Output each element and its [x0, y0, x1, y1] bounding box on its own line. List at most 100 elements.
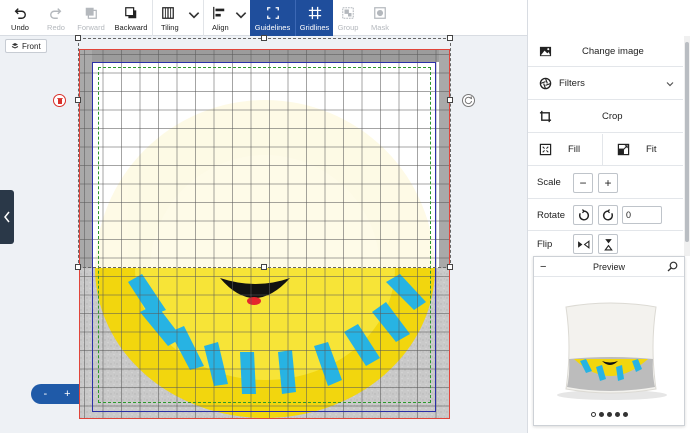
collapse-preview-button[interactable]: − [540, 261, 546, 273]
rotate-cw-icon [602, 208, 613, 220]
align-icon [213, 6, 225, 20]
layers-icon [11, 43, 19, 49]
undo-label: Undo [11, 23, 29, 32]
flip-row: Flip [528, 232, 683, 256]
crop-row[interactable]: Crop [528, 101, 683, 133]
undo-button[interactable]: Undo [0, 0, 40, 36]
resize-handle-e[interactable] [447, 97, 453, 103]
zoom-controls: - + [31, 384, 79, 404]
tiling-icon [162, 7, 174, 19]
image-icon [539, 46, 552, 56]
fit-label: Fit [646, 144, 657, 155]
pagination-dot[interactable] [598, 412, 604, 417]
chevron-down-icon[interactable] [234, 8, 248, 22]
group-icon [342, 7, 354, 19]
forward-button[interactable]: Forward [72, 0, 110, 36]
chevron-down-icon [666, 81, 674, 86]
side-selector[interactable]: Front [5, 39, 47, 53]
preview-header: − Preview [534, 257, 684, 277]
pagination-dot[interactable] [614, 412, 620, 417]
pagination-dot[interactable] [590, 412, 596, 417]
zoom-in-button[interactable]: + [64, 388, 70, 400]
resize-handle-s[interactable] [261, 264, 267, 270]
trash-icon [56, 97, 63, 104]
flip-vertical-button[interactable] [598, 234, 618, 254]
fill-icon [539, 143, 552, 156]
forward-label: Forward [77, 23, 105, 32]
rotate-label: Rotate [537, 209, 565, 221]
backward-label: Backward [114, 23, 148, 32]
crop-label: Crop [602, 111, 623, 122]
redo-label: Redo [47, 23, 65, 32]
guidelines-icon [266, 7, 279, 19]
rotate-icon [464, 96, 473, 105]
guidelines-label: Guidelines [254, 23, 291, 32]
flip-horizontal-button[interactable] [573, 234, 593, 254]
aperture-icon [539, 77, 552, 90]
pagination-dot[interactable] [622, 412, 628, 417]
fit-button[interactable]: Fit [603, 134, 683, 165]
scrollbar-thumb[interactable] [685, 42, 689, 242]
scale-up-button[interactable]: + [598, 172, 618, 193]
align-label: Align [212, 23, 229, 32]
resize-handle-n[interactable] [261, 35, 267, 41]
resize-handle-ne[interactable] [447, 35, 453, 41]
preview-title: Preview [592, 261, 625, 272]
flip-horizontal-icon [577, 239, 589, 249]
bring-forward-icon [85, 7, 97, 19]
redo-icon [50, 8, 62, 19]
fit-icon [617, 143, 630, 156]
filters-label: Filters [559, 78, 585, 89]
rotate-row: Rotate 0 [528, 200, 683, 231]
chevron-down-icon[interactable] [187, 8, 201, 22]
fill-label: Fill [568, 144, 581, 155]
align-button[interactable]: Align [204, 0, 250, 36]
fill-fit-row: Fill Fit [528, 134, 683, 166]
side-label: Front [22, 41, 41, 51]
backward-button[interactable]: Backward [110, 0, 152, 36]
fill-button[interactable]: Fill [528, 134, 603, 165]
send-backward-icon [125, 7, 137, 19]
filters-row[interactable]: Filters [528, 68, 683, 100]
tiling-button[interactable]: Tiling [153, 0, 203, 36]
pillow-mockup-image[interactable] [552, 297, 668, 401]
crop-icon [539, 110, 552, 123]
resize-handle-se[interactable] [447, 264, 453, 270]
gridlines-toggle[interactable]: Gridlines [295, 0, 333, 36]
flip-label: Flip [537, 238, 553, 250]
delete-handle[interactable] [53, 94, 66, 107]
zoom-search-icon[interactable] [667, 261, 678, 272]
change-image-label: Change image [582, 45, 644, 57]
grid-icon [308, 6, 321, 20]
undo-icon [14, 8, 26, 19]
resize-handle-sw[interactable] [75, 264, 81, 270]
flip-vertical-icon [603, 238, 613, 250]
zoom-out-button[interactable]: - [43, 388, 47, 400]
preview-panel: − Preview [533, 256, 685, 426]
resize-handle-nw[interactable] [75, 35, 81, 41]
pagination-dot[interactable] [606, 412, 612, 417]
chevron-left-icon [4, 211, 10, 223]
preview-pagination [534, 412, 684, 417]
change-image-row[interactable]: Change image [528, 36, 683, 67]
scale-down-button[interactable]: − [573, 172, 593, 193]
selection-box[interactable] [78, 38, 451, 268]
rotate-handle[interactable] [462, 94, 475, 107]
collapse-sidebar-tab[interactable] [0, 190, 14, 244]
group-button[interactable]: Group [333, 0, 363, 36]
mask-icon [374, 7, 386, 19]
group-label: Group [337, 23, 359, 32]
resize-handle-w[interactable] [75, 97, 81, 103]
editor-toolbar: Undo Redo Forward Backward Tiling Align … [0, 0, 527, 36]
rotate-left-button[interactable] [573, 205, 593, 225]
gridlines-label: Gridlines [299, 23, 330, 32]
scale-label: Scale [537, 177, 561, 188]
guidelines-toggle[interactable]: Guidelines [250, 0, 295, 36]
mask-button[interactable]: Mask [363, 0, 397, 36]
tiling-label: Tiling [161, 23, 179, 32]
mask-label: Mask [371, 23, 389, 32]
panel-scrollbar[interactable] [684, 36, 690, 256]
rotate-right-button[interactable] [598, 205, 618, 225]
rotate-angle-input[interactable]: 0 [622, 206, 662, 224]
redo-button[interactable]: Redo [40, 0, 72, 36]
